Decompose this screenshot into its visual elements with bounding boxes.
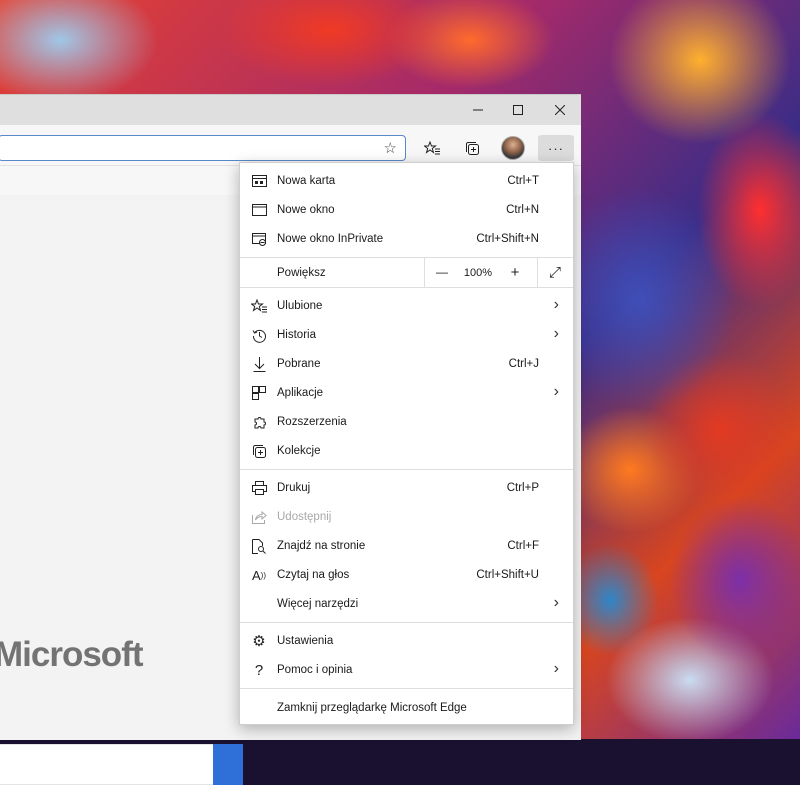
menu-item-apps[interactable]: Aplikacje › xyxy=(240,379,573,408)
question-mark-icon: ? xyxy=(254,661,264,679)
zoom-divider xyxy=(424,258,425,287)
address-bar[interactable]: ☆ xyxy=(0,135,406,161)
close-button[interactable] xyxy=(540,95,580,125)
collections-icon xyxy=(465,141,479,155)
menu-item-new-inprivate-window[interactable]: Nowe okno InPrivate Ctrl+Shift+N xyxy=(240,225,573,254)
inprivate-icon xyxy=(251,231,267,247)
chevron-right-icon: › xyxy=(553,383,559,400)
profile-button[interactable] xyxy=(498,135,528,161)
favorites-list-icon xyxy=(251,298,267,314)
fullscreen-button[interactable]: ⤢ xyxy=(540,260,570,284)
menu-item-close-edge[interactable]: Zamknij przeglądarkę Microsoft Edge xyxy=(240,694,573,723)
settings-and-more-menu: Nowa karta Ctrl+T Nowe okno Ctrl+N Nowe … xyxy=(239,162,574,725)
minimize-icon xyxy=(473,109,483,111)
menu-item-read-aloud[interactable]: A)) Czytaj na głos Ctrl+Shift+U xyxy=(240,561,573,590)
gear-icon: ⚙ xyxy=(252,633,266,650)
favorites-button[interactable] xyxy=(417,135,447,161)
menu-separator xyxy=(240,469,573,470)
avatar xyxy=(501,136,525,160)
fullscreen-icon: ⤢ xyxy=(548,263,561,281)
menu-item-new-tab[interactable]: Nowa karta Ctrl+T xyxy=(240,167,573,196)
title-bar xyxy=(0,95,581,125)
printer-icon xyxy=(251,480,267,496)
browser-toolbar: ☆ ··· xyxy=(0,125,581,166)
apps-icon xyxy=(251,385,267,401)
maximize-icon xyxy=(513,105,523,115)
zoom-divider xyxy=(537,258,538,287)
menu-separator xyxy=(240,287,573,288)
menu-item-favorites[interactable]: Ulubione › xyxy=(240,292,573,321)
plus-icon: + xyxy=(510,263,520,281)
menu-item-help-and-feedback[interactable]: ? Pomoc i opinia › xyxy=(240,656,573,685)
read-aloud-icon: A)) xyxy=(252,567,266,583)
download-icon xyxy=(251,356,267,372)
star-outline-icon[interactable]: ☆ xyxy=(384,139,397,157)
zoom-level: 100% xyxy=(463,267,493,279)
new-tab-icon xyxy=(251,173,267,189)
maximize-button[interactable] xyxy=(498,95,538,125)
menu-item-find-on-page[interactable]: Znajdź na stronie Ctrl+F xyxy=(240,532,573,561)
favorites-list-icon xyxy=(424,141,440,155)
menu-item-settings[interactable]: ⚙ Ustawienia xyxy=(240,627,573,656)
history-icon xyxy=(251,327,267,343)
minus-icon: — xyxy=(436,265,448,279)
chevron-right-icon: › xyxy=(553,594,559,611)
collections-button[interactable] xyxy=(457,135,487,161)
menu-item-zoom: Powiększ — 100% + ⤢ xyxy=(240,258,573,287)
find-on-page-icon xyxy=(251,538,267,554)
ellipsis-icon: ··· xyxy=(548,140,564,156)
puzzle-piece-icon xyxy=(251,414,267,430)
menu-item-extensions[interactable]: Rozszerzenia xyxy=(240,408,573,437)
chevron-right-icon: › xyxy=(553,296,559,313)
new-window-icon xyxy=(251,202,267,218)
menu-item-collections[interactable]: Kolekcje xyxy=(240,437,573,466)
menu-item-new-window[interactable]: Nowe okno Ctrl+N xyxy=(240,196,573,225)
settings-and-more-button[interactable]: ··· xyxy=(538,135,574,161)
close-icon xyxy=(555,105,565,115)
zoom-in-button[interactable]: + xyxy=(500,260,530,284)
menu-item-print[interactable]: Drukuj Ctrl+P xyxy=(240,474,573,503)
menu-separator xyxy=(240,688,573,689)
menu-item-share: Udostępnij xyxy=(240,503,573,532)
chevron-right-icon: › xyxy=(553,325,559,342)
chevron-right-icon: › xyxy=(553,660,559,677)
menu-item-history[interactable]: Historia › xyxy=(240,321,573,350)
zoom-out-button[interactable]: — xyxy=(427,260,457,284)
minimize-button[interactable] xyxy=(458,95,498,125)
menu-item-downloads[interactable]: Pobrane Ctrl+J xyxy=(240,350,573,379)
web-search-button[interactable] xyxy=(213,744,243,785)
collections-icon xyxy=(251,443,267,459)
microsoft-logo-text: Microsoft xyxy=(0,635,143,674)
menu-item-more-tools[interactable]: Więcej narzędzi › xyxy=(240,590,573,619)
share-icon xyxy=(251,509,267,525)
menu-separator xyxy=(240,622,573,623)
web-search-input[interactable] xyxy=(0,744,214,785)
